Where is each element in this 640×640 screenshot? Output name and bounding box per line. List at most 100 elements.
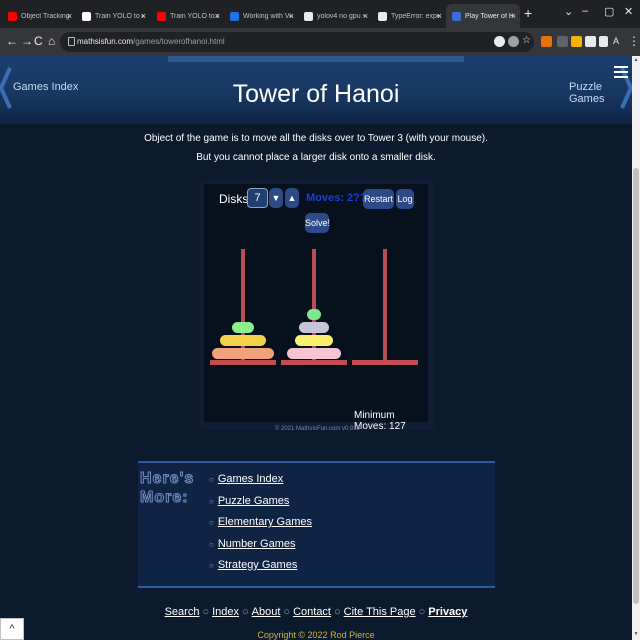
browser-tab-strip: + ⌄ – ▢ ✕ Object Tracking fr×Train YOLO … [0,0,640,28]
scroll-down-arrow-icon[interactable]: ▼ [632,631,640,637]
bookmark-star-icon[interactable]: ☆ [522,36,533,47]
extension-icon[interactable] [557,36,568,47]
hanoi-disk[interactable] [212,348,274,359]
address-bar[interactable]: mathsisfun.com/games/towerofhanoi.html ☆ [60,32,534,52]
forward-button[interactable]: → [21,34,33,48]
tab-title: Train YOLO to dete [170,12,218,20]
footer-link[interactable]: Search [165,606,200,618]
hanoi-disk[interactable] [232,322,254,333]
google-lens-icon[interactable] [494,36,505,47]
footer-link[interactable]: Privacy [428,606,467,618]
lock-icon[interactable] [68,37,75,46]
tab-close-icon[interactable]: × [141,11,146,21]
footer-link[interactable]: Cite This Page [344,606,416,618]
tower-peg[interactable] [383,249,387,360]
site-header: Games Index Tower of Hanoi Puzzle Games [0,56,632,124]
tab-title: Play Tower of Hano [465,12,513,20]
more-list-item: ○ Elementary Games [209,516,312,538]
tab-favicon-icon [230,11,239,21]
tower-base[interactable] [210,360,276,365]
tab-title: Object Tracking fr [21,12,69,20]
browser-tab[interactable]: TypeError: expecte× [372,4,446,28]
hamburger-menu-icon[interactable] [614,66,628,80]
profile-icon[interactable]: A [613,36,619,46]
tab-favicon-icon [8,11,17,21]
more-link[interactable]: Games Index [218,473,283,485]
tab-favicon-icon [82,11,91,21]
side-panel-icon[interactable] [599,36,608,47]
footer-link[interactable]: Index [212,606,239,618]
more-list-item: ○ Games Index [209,473,312,495]
page-scrollbar[interactable]: ▲ ▼ [632,56,640,640]
hanoi-disk[interactable] [220,335,266,346]
tab-favicon-icon [378,11,387,21]
footer-link[interactable]: Contact [293,606,331,618]
close-window-button[interactable]: ✕ [624,5,633,18]
game-copyright: © 2021 MathsIsFun.com v0.936 [274,426,361,432]
maximize-button[interactable]: ▢ [604,5,614,18]
more-link[interactable]: Elementary Games [218,516,312,528]
bullet-icon: ○ [209,496,214,506]
more-link[interactable]: Puzzle Games [218,495,290,507]
tab-favicon-icon [452,11,461,21]
chrome-menu-icon[interactable]: ⋮ [628,34,640,48]
tab-title: yolov4 no gpu - Go [317,12,365,20]
tab-close-icon[interactable]: × [215,11,220,21]
footer-separator-icon: ○ [283,606,291,618]
reload-button[interactable]: C [34,34,43,48]
tab-close-icon[interactable]: × [437,11,442,21]
browser-tab[interactable]: Object Tracking fr× [2,4,76,28]
hanoi-disk[interactable] [287,348,341,359]
minimize-button[interactable]: – [582,5,588,17]
footer-separator-icon: ○ [242,606,249,618]
tab-close-icon[interactable]: × [363,11,368,21]
browser-tab[interactable]: Play Tower of Hano× [446,4,520,28]
browser-tab[interactable]: Working with Vide× [224,4,298,28]
footer-separator-icon: ○ [202,606,210,618]
tab-title: Working with Vide [243,12,291,20]
more-links-list: ○ Games Index ○ Puzzle Games ○ Elementary Gam… [209,473,312,581]
browser-tab[interactable]: Train YOLO to dete× [76,4,150,28]
more-link[interactable]: Strategy Games [218,559,297,571]
footer-link[interactable]: About [252,606,281,618]
hanoi-disk[interactable] [295,335,333,346]
bullet-icon: ○ [209,518,214,527]
bullet-icon: ○ [209,561,214,570]
browser-tab[interactable]: yolov4 no gpu - Go× [298,4,372,28]
url-text[interactable]: mathsisfun.com/games/towerofhanoi.html [77,37,225,46]
share-icon[interactable] [508,36,519,47]
footer-links: Search ○ Index ○ About ○ Contact ○ Cite This Pag… [0,606,632,618]
game-canvas[interactable]: Disks: 7 ▼ ▲ Moves: 2?? Restart Log Solv… [204,184,428,432]
tab-close-icon[interactable]: × [67,11,72,21]
extension-icon[interactable] [571,36,582,47]
scroll-up-arrow-icon[interactable]: ▲ [632,57,640,63]
instructions-line: Object of the game is to move all the di… [144,133,488,144]
instructions-line: But you cannot place a larger disk onto … [196,152,436,163]
tab-close-icon[interactable]: × [289,11,294,21]
more-link[interactable]: Number Games [218,538,296,550]
tower-base[interactable] [281,360,347,365]
scrollbar-thumb[interactable] [633,168,639,604]
browser-tab[interactable]: Train YOLO to dete× [151,4,224,28]
tab-favicon-icon [304,11,313,21]
extension-icon[interactable] [541,36,552,47]
tab-title: Train YOLO to dete [95,12,143,20]
more-list-item: ○ Puzzle Games [209,495,312,517]
bullet-icon: ○ [209,539,214,549]
tab-search-icon[interactable]: ⌄ [564,5,573,18]
hanoi-disk[interactable] [307,309,321,320]
bullet-icon: ○ [209,475,214,484]
home-button[interactable]: ⌂ [48,34,55,48]
tab-close-icon[interactable]: × [511,11,516,21]
tower-base[interactable] [352,360,418,365]
puzzle-extensions-icon[interactable] [585,36,596,47]
hanoi-disk[interactable] [299,322,329,333]
tower-area[interactable] [204,184,428,422]
more-list-item: ○ Number Games [209,538,312,560]
webpage: Games Index Tower of Hanoi Puzzle Games … [0,56,632,640]
more-links-box: Here's More: ○ Games Index ○ Puzzle Games ○ E… [138,461,495,588]
site-copyright: Copyright © 2022 Rod Pierce [257,630,375,640]
new-tab-button[interactable]: + [524,5,532,21]
back-to-top-button[interactable]: ^ [0,618,24,640]
back-button[interactable]: ← [6,34,18,48]
